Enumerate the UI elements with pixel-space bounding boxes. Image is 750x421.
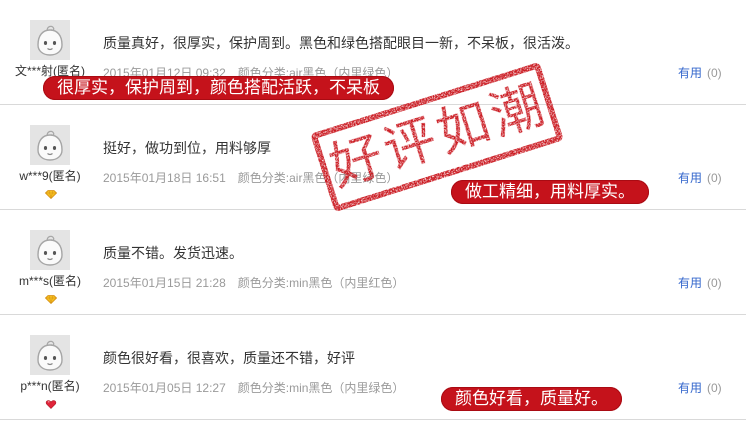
default-avatar-icon <box>30 230 70 270</box>
highlight-tag: 颜色好看，质量好。 <box>441 387 622 411</box>
default-avatar-icon <box>30 335 70 375</box>
helpful-link[interactable]: 有用 <box>678 276 702 290</box>
gold-diamond-icon <box>45 295 57 304</box>
color-category: 颜色分类:min黑色（内里红色） <box>237 276 405 290</box>
avatar <box>30 335 70 375</box>
helpful-link[interactable]: 有用 <box>678 381 702 395</box>
helpful-vote: 有用 (0) <box>678 381 722 395</box>
gold-diamond-icon <box>46 296 57 304</box>
helpful-count: (0) <box>707 66 722 80</box>
red-heart-icon <box>45 400 57 409</box>
helpful-count: (0) <box>707 171 722 185</box>
default-avatar-icon <box>30 125 70 165</box>
avatar <box>30 125 70 165</box>
color-category: 颜色分类:min黑色（内里绿色） <box>237 381 405 395</box>
review-text: 颜色很好看，很喜欢，质量还不错，好评 <box>103 350 355 366</box>
red-heart-icon <box>46 401 56 409</box>
helpful-count: (0) <box>707 381 722 395</box>
helpful-link[interactable]: 有用 <box>678 66 702 80</box>
helpful-vote: 有用 (0) <box>678 171 722 185</box>
review-date: 2015年01月18日 16:51 <box>103 171 226 185</box>
review-meta: 2015年01月05日 12:27 颜色分类:min黑色（内里绿色） <box>103 381 404 395</box>
highlight-tag: 很厚实，保护周到，颜色搭配活跃，不呆板 <box>43 76 394 100</box>
helpful-vote: 有用 (0) <box>678 276 722 290</box>
avatar <box>30 20 70 60</box>
review-text: 挺好，做功到位，用料够厚 <box>103 140 271 156</box>
avatar <box>30 230 70 270</box>
review-list: 文***射(匿名) 质量真好，很厚实，保护周到。黑色和绿色搭配眼目一新，不呆板，… <box>0 0 746 420</box>
review-item: p***n(匿名) 颜色很好看，很喜欢，质量还不错，好评 2015年01月05日… <box>0 315 746 420</box>
helpful-link[interactable]: 有用 <box>678 171 702 185</box>
review-meta: 2015年01月15日 21:28 颜色分类:min黑色（内里红色） <box>103 276 404 290</box>
reviewer-name: p***n(匿名) <box>20 379 80 393</box>
reviewer-name: m***s(匿名) <box>19 274 81 288</box>
reviewer-name: w***9(匿名) <box>19 169 81 183</box>
review-item: m***s(匿名) 质量不错。发货迅速。 2015年01月15日 21:28 颜色… <box>0 210 746 315</box>
gold-diamond-icon <box>46 191 57 199</box>
highlight-tag: 做工精细，用料厚实。 <box>451 180 649 204</box>
gold-diamond-icon <box>45 190 57 199</box>
default-avatar-icon <box>30 20 70 60</box>
default-avatar-icon <box>30 20 70 60</box>
review-text: 质量真好，很厚实，保护周到。黑色和绿色搭配眼目一新，不呆板，很活泼。 <box>103 35 579 51</box>
review-date: 2015年01月05日 12:27 <box>103 381 226 395</box>
review-date: 2015年01月15日 21:28 <box>103 276 226 290</box>
review-text: 质量不错。发货迅速。 <box>103 245 243 261</box>
helpful-count: (0) <box>707 276 722 290</box>
default-avatar-icon <box>30 335 70 375</box>
default-avatar-icon <box>30 230 70 270</box>
helpful-vote: 有用 (0) <box>678 66 722 80</box>
default-avatar-icon <box>30 125 70 165</box>
